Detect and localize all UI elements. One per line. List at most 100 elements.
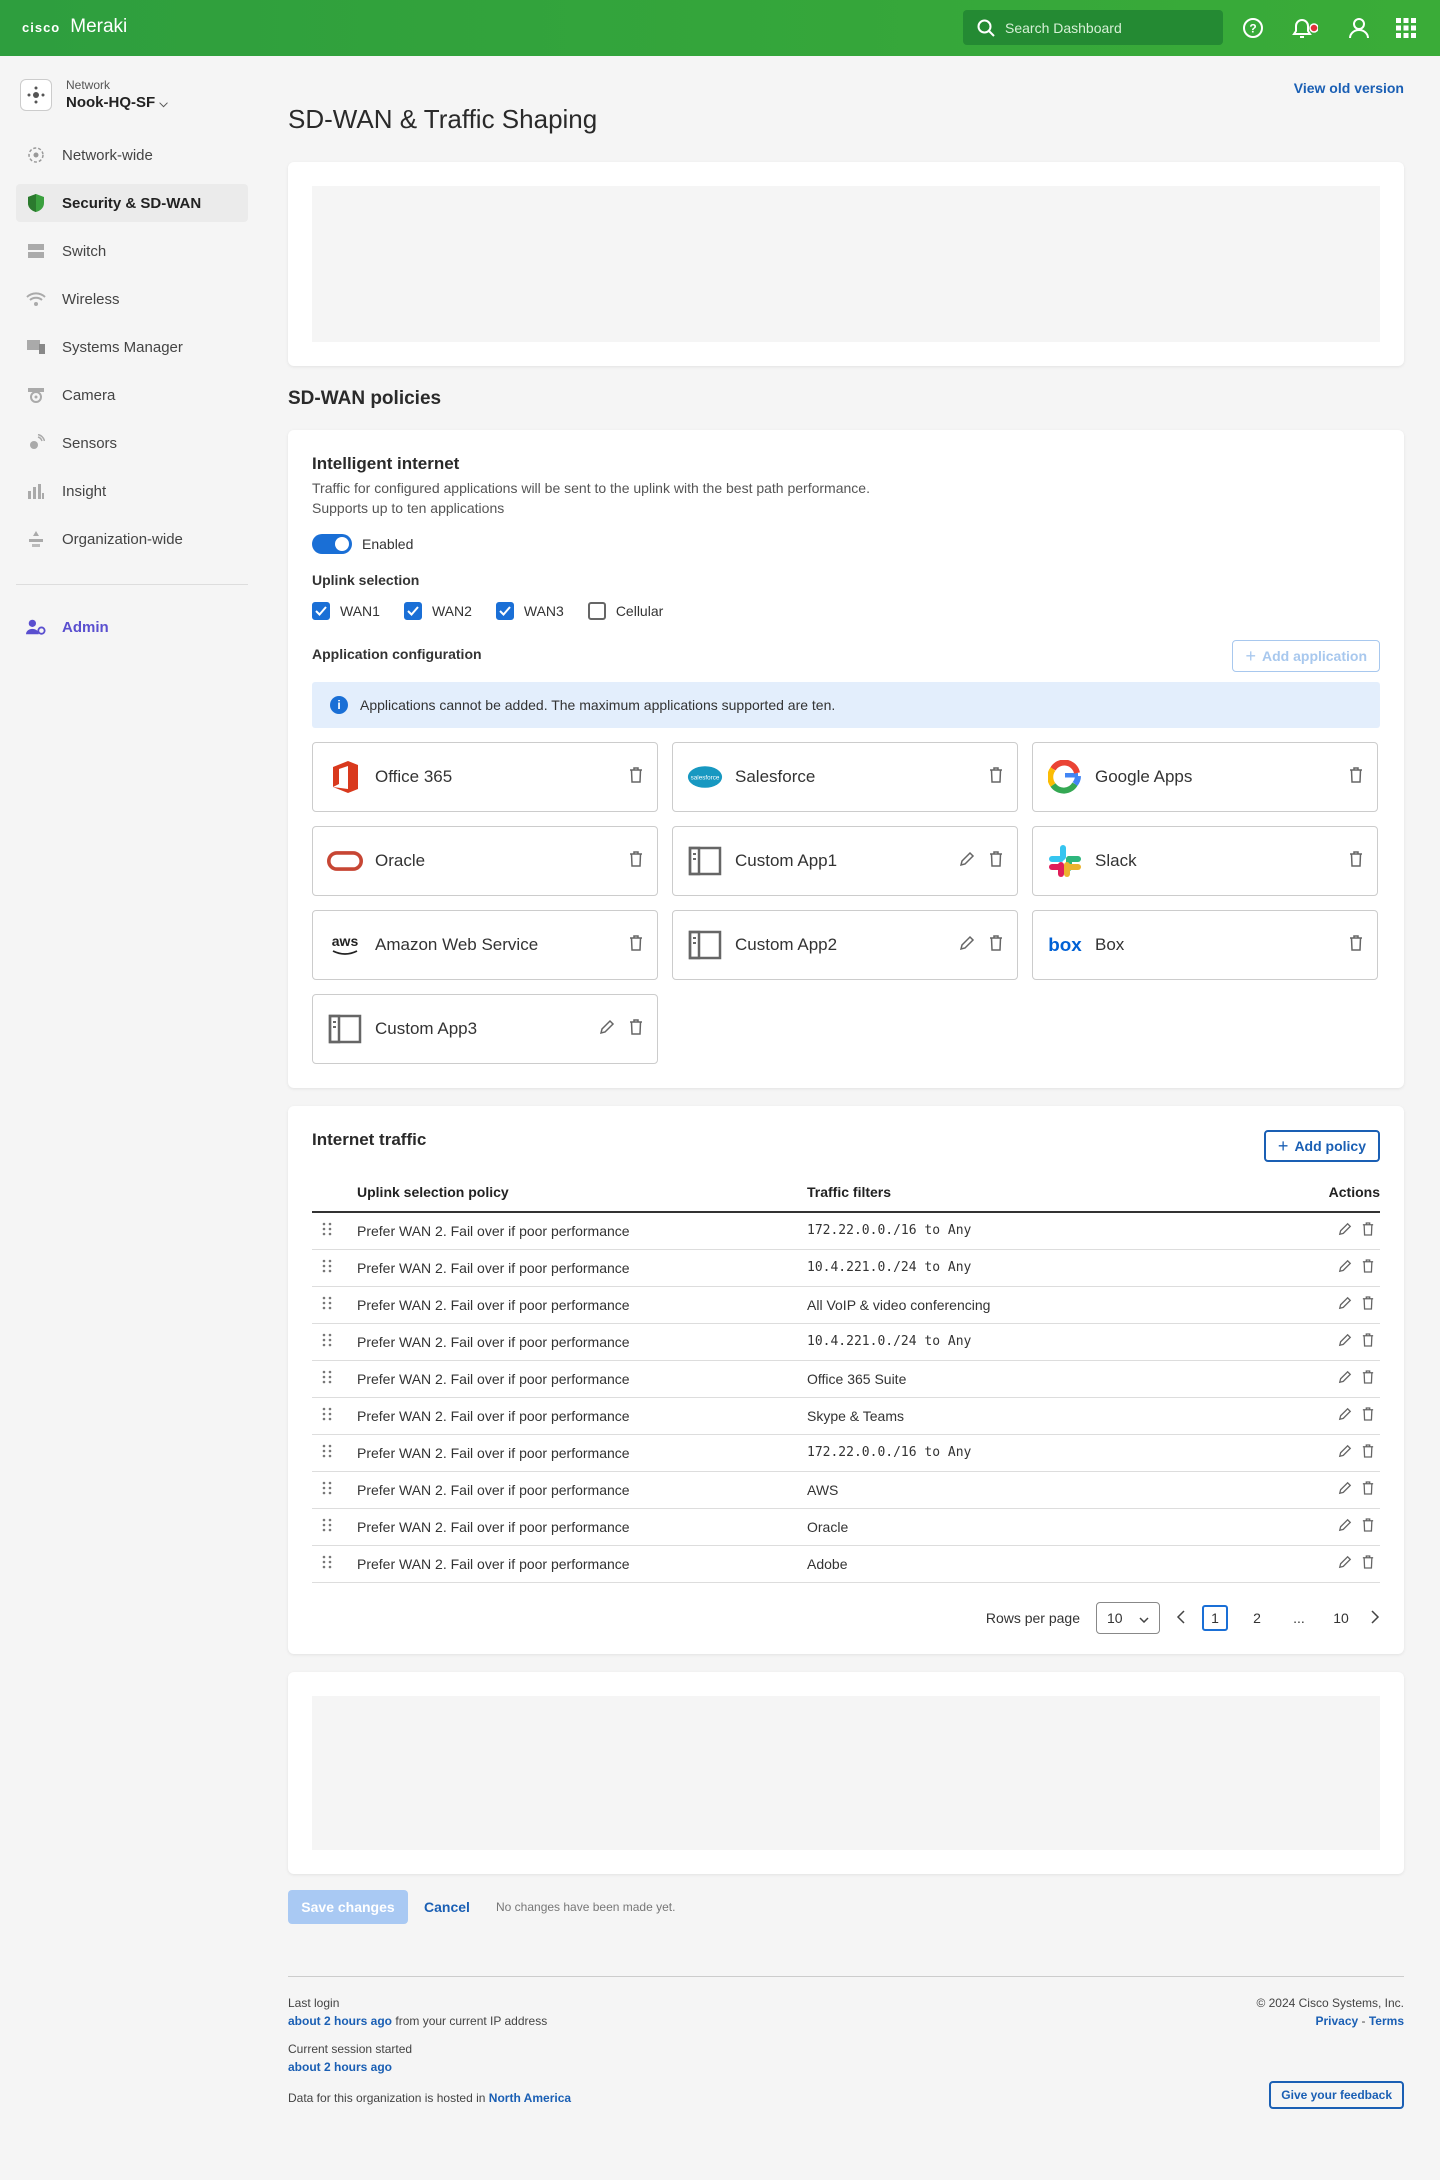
drag-handle-icon[interactable] [312,1397,357,1435]
uplink-checkbox-wan2[interactable]: WAN2 [403,602,472,620]
terms-link[interactable]: Terms [1369,2014,1404,2028]
trash-icon[interactable] [1349,766,1363,788]
trash-icon[interactable] [1362,1518,1374,1535]
edit-pencil-icon[interactable] [1338,1518,1352,1535]
search-input[interactable]: Search Dashboard [963,10,1223,45]
uplink-checkbox-wan3[interactable]: WAN3 [495,602,564,620]
page-button[interactable]: 2 [1244,1605,1270,1631]
toggle-switch[interactable] [312,534,352,554]
sidebar-item-wireless[interactable]: Wireless [16,280,248,318]
uplink-checkbox-cellular[interactable]: Cellular [587,602,663,620]
sidebar-item-admin[interactable]: Admin [16,608,248,646]
edit-pencil-icon[interactable] [1338,1296,1352,1313]
notification-bell-icon[interactable] [1290,14,1318,42]
table-row[interactable]: Prefer WAN 2. Fail over if poor performa… [312,1508,1380,1546]
checkbox-checked-icon[interactable] [312,602,330,620]
trash-icon[interactable] [1362,1222,1374,1239]
trash-icon[interactable] [1362,1296,1374,1313]
table-row[interactable]: Prefer WAN 2. Fail over if poor performa… [312,1249,1380,1287]
trash-icon[interactable] [989,850,1003,872]
trash-icon[interactable] [1362,1333,1374,1350]
app-card-custom-app2[interactable]: Custom App2 [672,910,1018,980]
drag-handle-icon[interactable] [312,1545,357,1583]
next-page-icon[interactable] [1370,1609,1380,1627]
table-row[interactable]: Prefer WAN 2. Fail over if poor performa… [312,1212,1380,1250]
trash-icon[interactable] [629,1018,643,1040]
cancel-button[interactable]: Cancel [424,1899,470,1915]
page-button[interactable]: 10 [1328,1605,1354,1631]
sidebar-item-systems-manager[interactable]: Systems Manager [16,328,248,366]
app-card-amazon-web-service[interactable]: aws Amazon Web Service [312,910,658,980]
drag-handle-icon[interactable] [312,1286,357,1324]
sidebar-item-switch[interactable]: Switch [16,232,248,270]
help-icon[interactable]: ? [1239,14,1267,42]
trash-icon[interactable] [989,934,1003,956]
trash-icon[interactable] [1349,934,1363,956]
table-row[interactable]: Prefer WAN 2. Fail over if poor performa… [312,1286,1380,1324]
give-feedback-button[interactable]: Give your feedback [1269,2081,1404,2109]
edit-pencil-icon[interactable] [1338,1259,1352,1276]
drag-handle-icon[interactable] [312,1508,357,1546]
checkbox-checked-icon[interactable] [403,602,422,620]
edit-pencil-icon[interactable] [1338,1333,1352,1350]
app-card-office-365[interactable]: Office 365 [312,742,658,812]
edit-pencil-icon[interactable] [1338,1481,1352,1498]
trash-icon[interactable] [1362,1407,1374,1424]
privacy-link[interactable]: Privacy [1315,2014,1358,2028]
sidebar-item-organization-wide[interactable]: Organization-wide [16,520,248,558]
trash-icon[interactable] [1362,1555,1374,1572]
drag-handle-icon[interactable] [312,1249,357,1287]
add-policy-button[interactable]: + Add policy [1263,1130,1380,1162]
edit-pencil-icon[interactable] [1338,1223,1352,1239]
sidebar-item-camera[interactable]: Camera [16,376,248,414]
save-changes-button[interactable]: Save changes [288,1890,408,1924]
checkbox-unchecked-icon[interactable] [587,602,606,620]
enabled-toggle[interactable]: Enabled [312,534,413,554]
edit-pencil-icon[interactable] [1338,1444,1352,1461]
edit-pencil-icon[interactable] [599,1019,615,1040]
edit-pencil-icon[interactable] [959,851,975,872]
trash-icon[interactable] [1362,1444,1374,1461]
app-card-slack[interactable]: Slack [1032,826,1378,896]
trash-icon[interactable] [629,934,643,956]
edit-pencil-icon[interactable] [1338,1407,1352,1424]
page-button[interactable]: 1 [1202,1605,1228,1631]
checkbox-checked-icon[interactable] [495,602,514,620]
table-row[interactable]: Prefer WAN 2. Fail over if poor performa… [312,1323,1380,1361]
uplink-checkbox-wan1[interactable]: WAN1 [312,602,380,620]
app-card-custom-app3[interactable]: Custom App3 [312,994,658,1064]
sidebar-item-network-wide[interactable]: Network-wide [16,136,248,174]
trash-icon[interactable] [1362,1370,1374,1387]
prev-page-icon[interactable] [1176,1609,1186,1627]
app-card-google-apps[interactable]: Google Apps [1032,742,1378,812]
drag-handle-icon[interactable] [312,1360,357,1398]
cisco-meraki-logo[interactable]: cisco Meraki [22,16,127,38]
drag-handle-icon[interactable] [312,1471,357,1509]
table-row[interactable]: Prefer WAN 2. Fail over if poor performa… [312,1471,1380,1509]
drag-handle-icon[interactable] [312,1212,357,1250]
user-icon[interactable] [1345,14,1373,42]
rows-per-page-select[interactable]: 10 [1096,1602,1160,1634]
edit-pencil-icon[interactable] [1338,1555,1352,1572]
view-old-version-link[interactable]: View old version [1294,80,1404,96]
table-row[interactable]: Prefer WAN 2. Fail over if poor performa… [312,1397,1380,1435]
app-card-oracle[interactable]: Oracle [312,826,658,896]
network-name[interactable]: Nook-HQ-SF ⌵ [66,94,168,111]
last-login-link[interactable]: about 2 hours ago [288,2014,392,2028]
sidebar-item-insight[interactable]: Insight [16,472,248,510]
drag-handle-icon[interactable] [312,1323,357,1361]
trash-icon[interactable] [1362,1481,1374,1498]
edit-pencil-icon[interactable] [959,935,975,956]
table-row[interactable]: Prefer WAN 2. Fail over if poor performa… [312,1360,1380,1398]
trash-icon[interactable] [1349,850,1363,872]
app-card-custom-app1[interactable]: Custom App1 [672,826,1018,896]
sidebar-item-security-sd-wan[interactable]: Security & SD-WAN [16,184,248,222]
table-row[interactable]: Prefer WAN 2. Fail over if poor performa… [312,1545,1380,1583]
trash-icon[interactable] [1362,1259,1374,1276]
app-card-salesforce[interactable]: salesforce Salesforce [672,742,1018,812]
hosting-region-link[interactable]: North America [489,2091,571,2105]
add-application-button[interactable]: + Add application [1232,640,1380,672]
apps-grid-icon[interactable] [1392,14,1420,42]
sidebar-item-sensors[interactable]: Sensors [16,424,248,462]
trash-icon[interactable] [629,766,643,788]
